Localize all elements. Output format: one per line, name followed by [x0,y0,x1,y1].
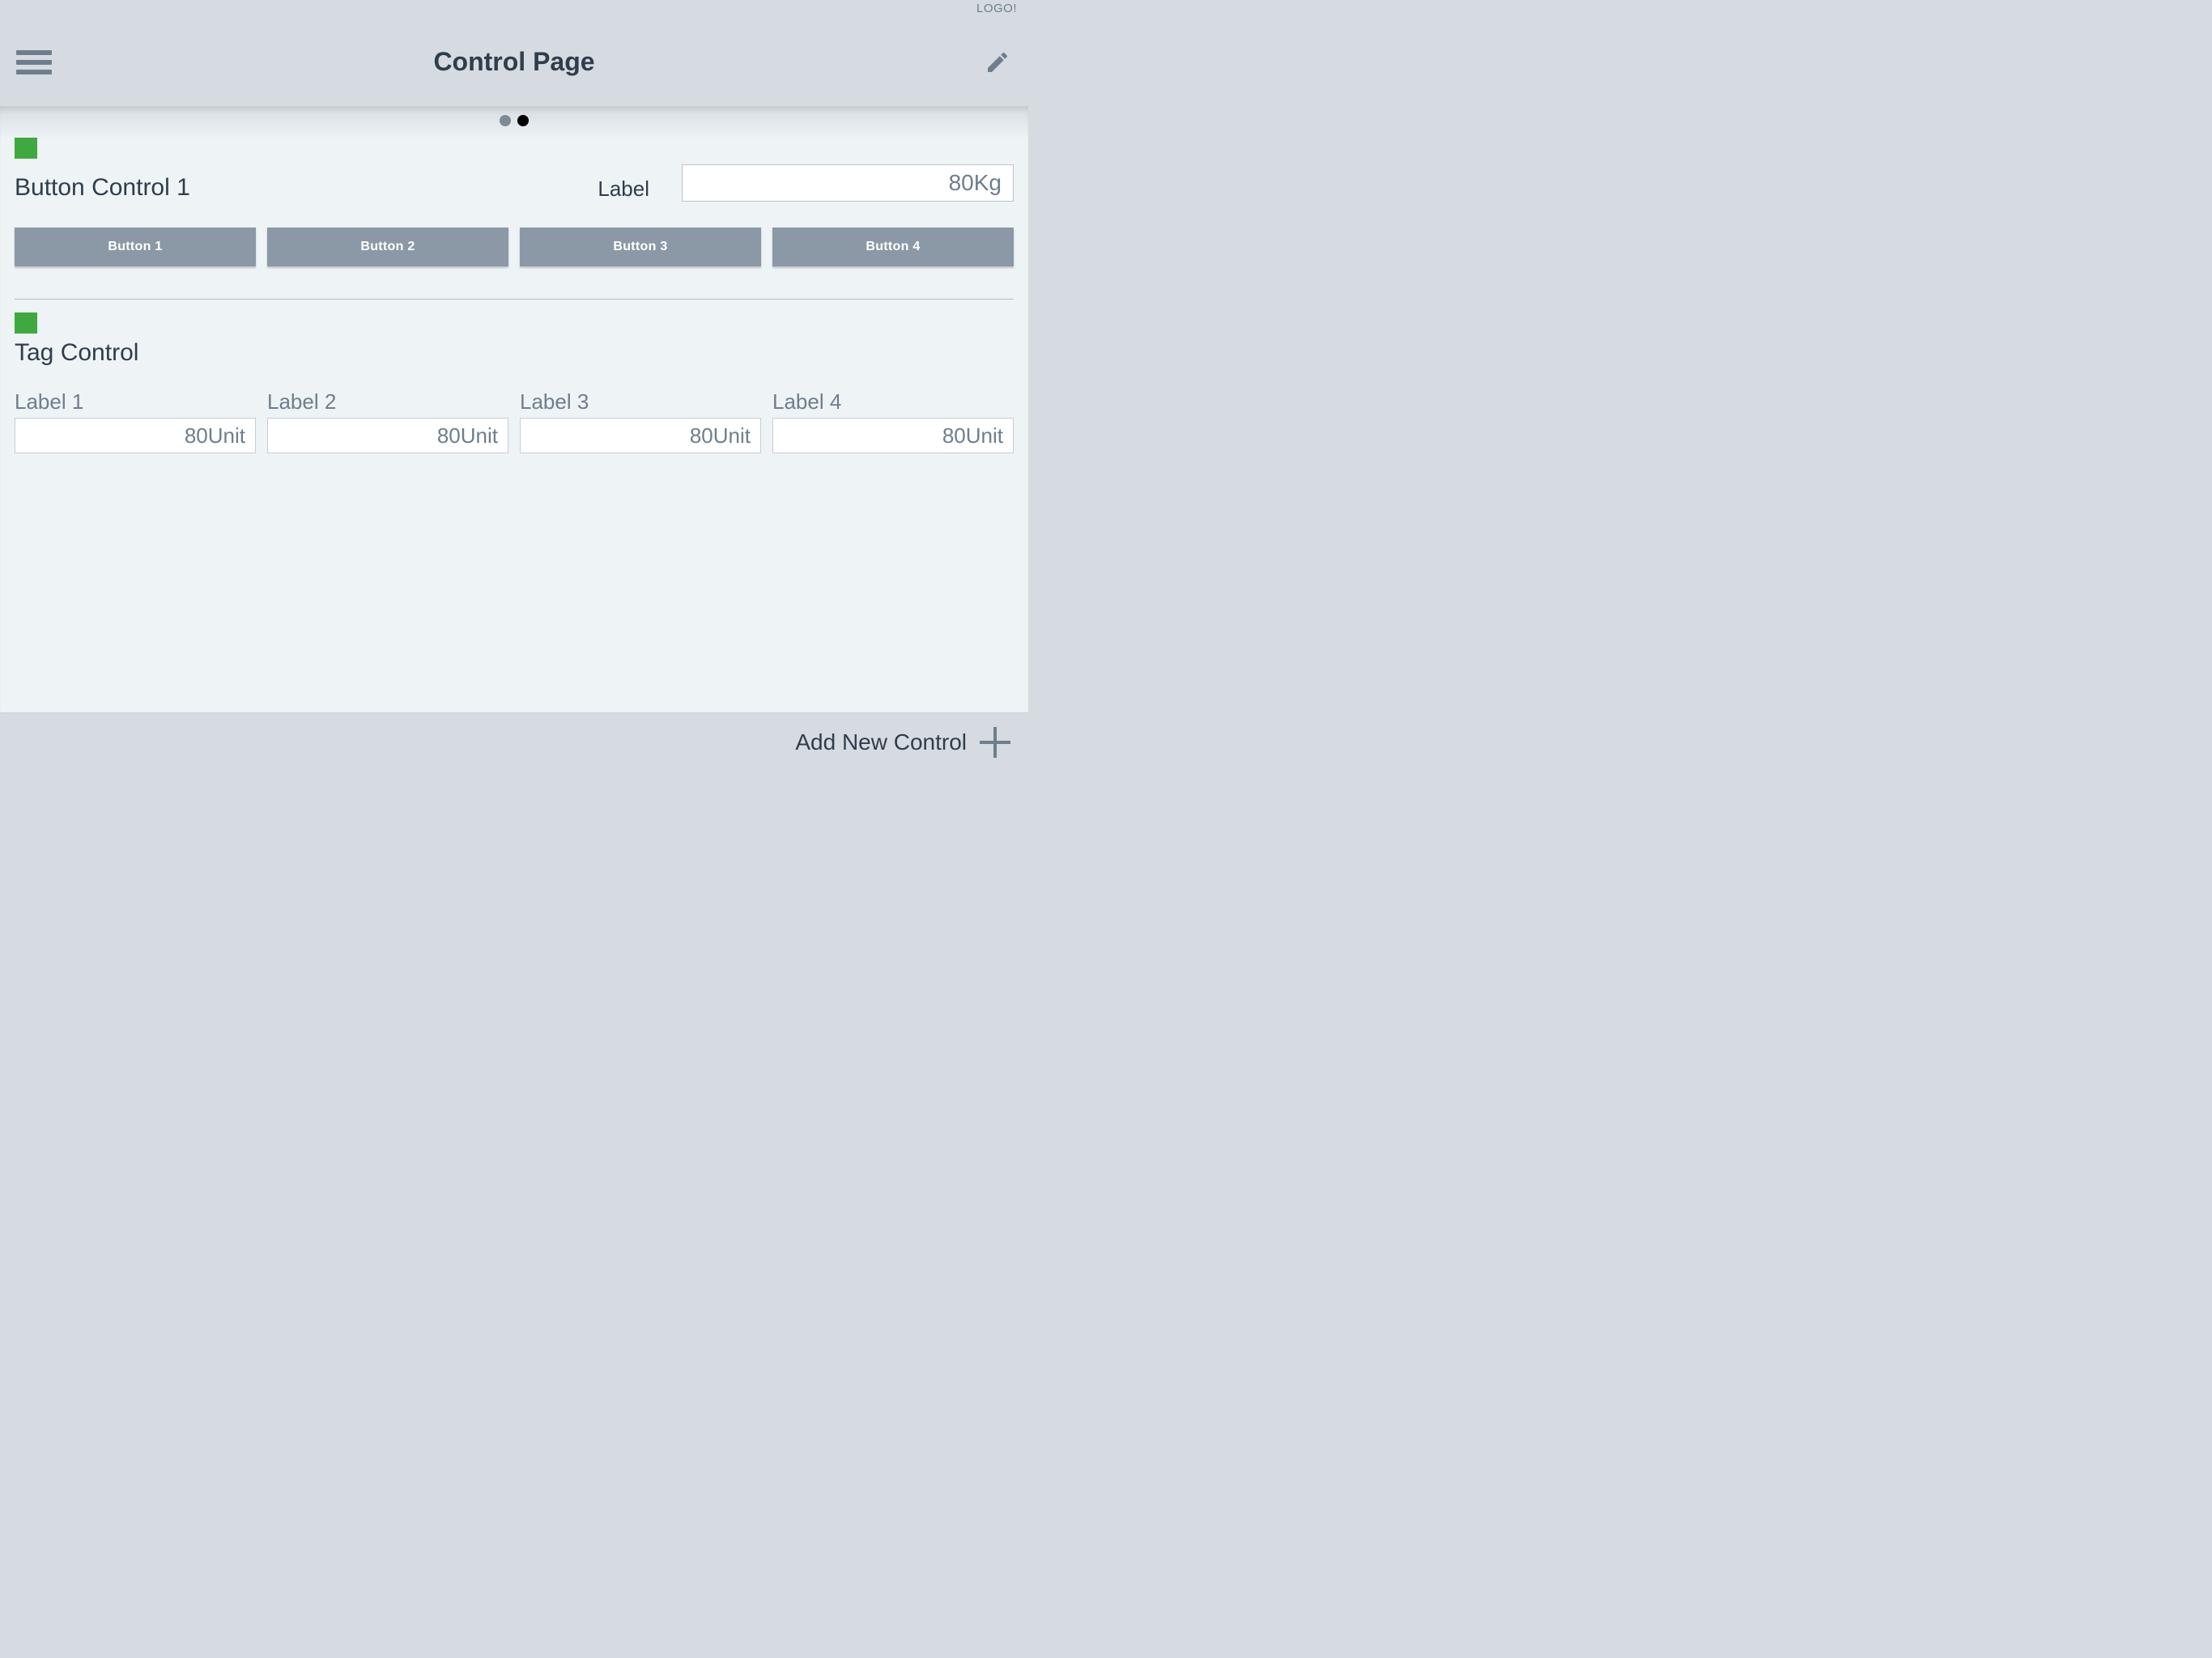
page-dot-0[interactable] [500,115,511,126]
tag-col-1: Label 1 80Unit [15,389,256,453]
control-button-1[interactable]: Button 1 [15,227,256,266]
section-divider [15,299,1014,300]
tag-label-4: Label 4 [772,389,1014,414]
tag-value-box-4[interactable]: 80Unit [772,418,1014,453]
button-row: Button 1 Button 2 Button 3 Button 4 [15,227,1014,266]
control-button-2[interactable]: Button 2 [267,227,508,266]
tag-control-section: Tag Control Label 1 80Unit Label 2 80Uni… [15,312,1014,468]
tag-value-3: 80Unit [690,423,751,449]
content-area: Button Control 1 Label 80Kg Button 1 But… [0,107,1028,712]
header: Control Page [0,18,1028,107]
button-control-section: Button Control 1 Label 80Kg Button 1 But… [15,138,1014,281]
tag-value-box-3[interactable]: 80Unit [520,418,761,453]
add-new-control-label: Add New Control [795,729,967,755]
tag-grid: Label 1 80Unit Label 2 80Unit Label 3 80… [15,389,1014,453]
footer: Add New Control [0,712,1028,771]
plus-icon[interactable] [980,727,1010,758]
tag-value-box-2[interactable]: 80Unit [267,418,508,453]
button-control-value-box[interactable]: 80Kg [682,164,1014,202]
page-indicator [15,115,1014,126]
button-control-label: Label [598,176,649,202]
tag-col-4: Label 4 80Unit [772,389,1014,453]
tag-label-1: Label 1 [15,389,256,414]
page-dot-1[interactable] [517,115,529,126]
tag-label-2: Label 2 [267,389,508,414]
status-indicator [15,312,37,334]
logo-bar: LOGO! [0,0,1028,18]
app-root: LOGO! Control Page Button Control 1 Labe… [0,0,1028,771]
page-title: Control Page [0,47,1028,77]
control-button-4[interactable]: Button 4 [772,227,1014,266]
tag-label-3: Label 3 [520,389,761,414]
button-control-title: Button Control 1 [15,174,581,202]
logo-text: LOGO! [976,2,1017,15]
tag-value-4: 80Unit [942,423,1003,449]
menu-icon[interactable] [16,45,52,80]
control-button-3[interactable]: Button 3 [520,227,761,266]
status-indicator [15,138,37,159]
tag-col-3: Label 3 80Unit [520,389,761,453]
tag-value-box-1[interactable]: 80Unit [15,418,256,453]
tag-value-2: 80Unit [437,423,498,449]
tag-control-title: Tag Control [15,339,1014,367]
tag-value-1: 80Unit [185,423,245,449]
button-control-value: 80Kg [949,170,1002,196]
tag-col-2: Label 2 80Unit [267,389,508,453]
edit-icon[interactable] [983,48,1012,77]
